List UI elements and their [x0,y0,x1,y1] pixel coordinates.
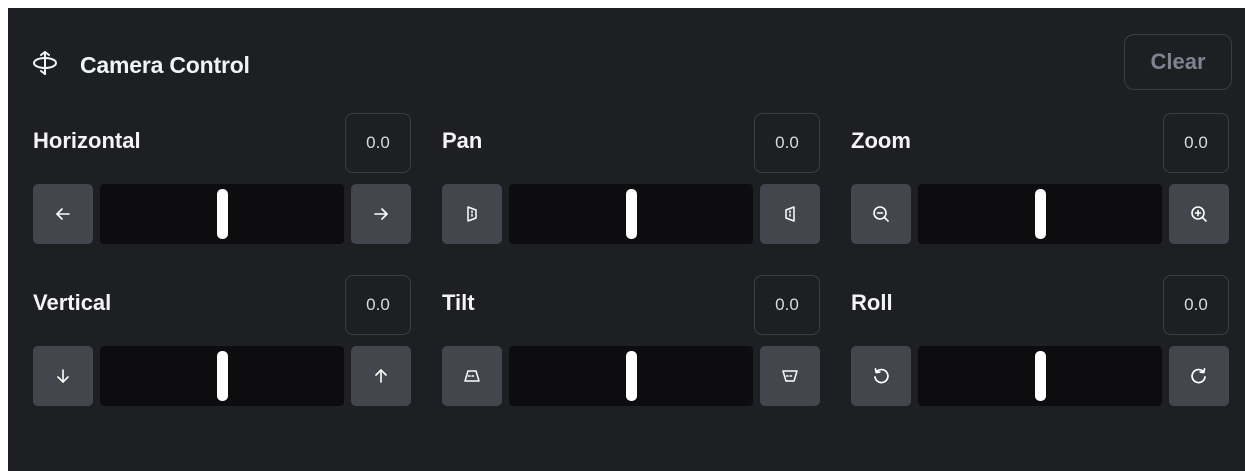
tilt-down-icon [464,370,480,382]
pan-value-input[interactable]: 0.0 [754,113,820,173]
control-label: Horizontal [33,128,141,153]
horizontal-value-input[interactable]: 0.0 [345,113,411,173]
control-label: Vertical [33,290,112,315]
vertical-slider-thumb[interactable] [217,351,228,401]
roll-slider[interactable] [918,346,1162,406]
roll-value-input[interactable]: 0.0 [1163,275,1229,335]
tilt-down-button[interactable] [442,346,502,406]
control-tilt: Tilt 0.0 [442,170,820,406]
control-zoom: Zoom 0.0 [851,8,1229,244]
control-horizontal: Horizontal 0.0 [33,8,411,244]
vertical-value-input[interactable]: 0.0 [345,275,411,335]
arrow-up-icon [375,369,387,383]
control-label: Zoom [851,128,911,153]
vertical-decrease-button[interactable] [33,346,93,406]
zoom-value-input[interactable]: 0.0 [1163,113,1229,173]
control-label: Pan [442,128,483,153]
tilt-slider[interactable] [509,346,753,406]
tilt-slider-thumb[interactable] [626,351,637,401]
control-roll: Roll 0.0 [851,170,1229,406]
rotate-cw-icon [1191,367,1206,384]
control-pan: Pan 0.0 [442,8,820,244]
control-label: Roll [851,290,893,315]
roll-cw-button[interactable] [1169,346,1229,406]
tilt-up-button[interactable] [760,346,820,406]
rotate-ccw-icon [874,367,889,384]
tilt-value-input[interactable]: 0.0 [754,275,820,335]
vertical-slider[interactable] [100,346,344,406]
tilt-up-icon [782,370,798,382]
vertical-increase-button[interactable] [351,346,411,406]
control-vertical: Vertical 0.0 [33,170,411,406]
roll-slider-thumb[interactable] [1035,351,1046,401]
control-label: Tilt [442,290,475,315]
arrow-down-icon [57,369,69,383]
roll-ccw-button[interactable] [851,346,911,406]
